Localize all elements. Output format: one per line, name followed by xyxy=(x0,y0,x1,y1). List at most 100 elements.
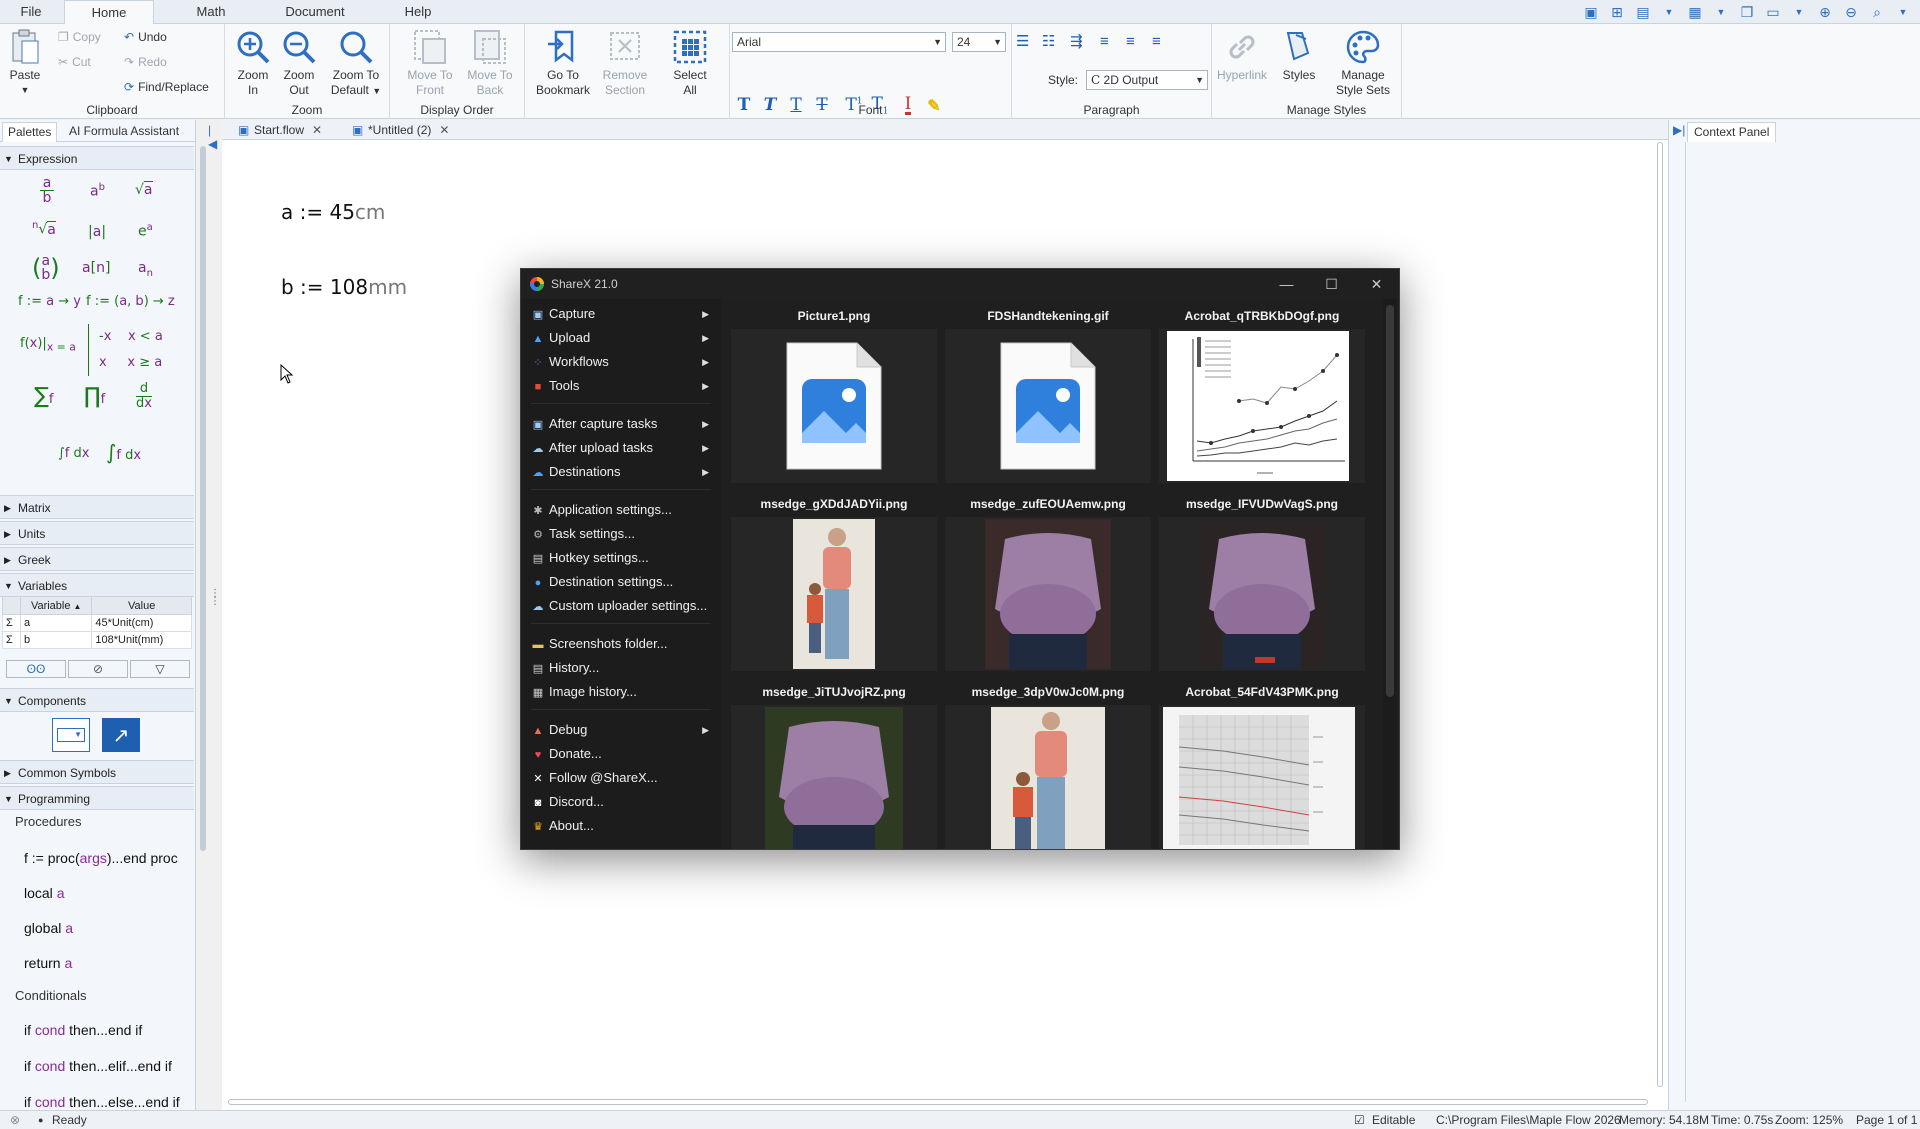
menu-item-task-settings[interactable]: ⚙ Task settings... xyxy=(531,523,717,545)
thumbnail-msedge-zufe[interactable] xyxy=(945,517,1151,671)
new-worksheet-icon[interactable]: ▣ xyxy=(1580,2,1602,22)
palette-definite-integral[interactable]: ∫f dx xyxy=(106,440,141,464)
menu-item-custom-uploader-settings[interactable]: ☁ Custom uploader settings... xyxy=(531,595,717,617)
collapse-panel-icon[interactable]: ▶| xyxy=(1673,123,1685,137)
button-component[interactable]: ↗ xyxy=(102,718,140,752)
menu-item-hotkey-settings[interactable]: ▤ Hotkey settings... xyxy=(531,547,717,569)
menu-tab-help[interactable]: Help xyxy=(392,0,444,24)
zoom-default-icon[interactable]: ⌕ xyxy=(1866,2,1888,22)
menu-item-after-capture-tasks[interactable]: ▣ After capture tasks ▶ xyxy=(531,413,717,435)
palette-exp[interactable]: ea xyxy=(138,222,153,240)
palette-return[interactable]: return a xyxy=(24,955,72,971)
section-common-symbols[interactable]: ▶ Common Symbols xyxy=(0,760,194,784)
paragraph-style-select[interactable]: C 2D Output ▼ xyxy=(1086,70,1208,90)
section-units[interactable]: ▶ Units xyxy=(0,521,194,545)
thumbnail-fdshandtekening[interactable] xyxy=(945,329,1151,483)
section-components[interactable]: ▼ Components xyxy=(0,688,194,712)
align-right-button[interactable]: ≡ xyxy=(1152,32,1161,52)
palette-fraction[interactable]: ab xyxy=(40,176,54,205)
menu-tab-file[interactable]: File xyxy=(10,0,52,24)
palette-subscript[interactable]: an xyxy=(138,260,153,279)
hide-variables-button[interactable]: ⊘ xyxy=(68,660,128,678)
palette-binomial[interactable]: (a b) xyxy=(32,254,60,282)
font-family-select[interactable]: Arial ▼ xyxy=(732,32,946,52)
collapse-panel-icon[interactable]: |◀ xyxy=(208,123,217,151)
thumbnail-msedge-3dpv[interactable] xyxy=(945,705,1151,849)
palette-sum[interactable]: ∑f xyxy=(34,384,53,409)
select-all-button[interactable]: Select All xyxy=(665,26,715,98)
thumbnail-title[interactable]: msedge_3dpV0wJc0M.png xyxy=(943,685,1153,699)
thumbnail-title[interactable]: msedge_zufEOUAemw.png xyxy=(943,497,1153,511)
redo-button[interactable]: ↷ Redo xyxy=(124,52,167,72)
tab-untitled-2[interactable]: ▣ *Untitled (2) ✕ xyxy=(350,120,449,140)
menu-item-destinations[interactable]: ☁ Destinations ▶ xyxy=(531,461,717,483)
thumbnail-title[interactable]: msedge_JiTUJvojRZ.png xyxy=(729,685,939,699)
palette-local[interactable]: local a xyxy=(24,885,64,901)
minimize-button[interactable]: — xyxy=(1264,269,1309,299)
move-to-back-button[interactable]: Move To Back xyxy=(464,26,516,98)
tab-context-panel[interactable]: Context Panel xyxy=(1687,122,1777,142)
math-line-a[interactable]: a := 45cm xyxy=(281,200,385,224)
menu-item-debug[interactable]: ▲ Debug ▶ xyxy=(531,719,717,741)
indent-button[interactable]: ⇶ xyxy=(1070,32,1083,52)
menu-tab-home[interactable]: Home xyxy=(64,0,154,25)
thumbnail-title[interactable]: Acrobat_54FdV43PMK.png xyxy=(1157,685,1367,699)
close-button[interactable]: ✕ xyxy=(1354,269,1399,299)
zoom-in-icon[interactable]: ⊕ xyxy=(1814,2,1836,22)
tab-palettes[interactable]: Palettes xyxy=(2,122,58,142)
table-row[interactable]: Σ b 108*Unit(mm) xyxy=(2,631,192,649)
copy-button[interactable]: ❐ Copy xyxy=(58,27,101,47)
sharex-title-bar[interactable]: ShareX 21.0 — ☐ ✕ xyxy=(521,269,1399,299)
palette-derivative[interactable]: d dx xyxy=(136,382,152,411)
align-left-button[interactable]: ≡ xyxy=(1100,32,1109,52)
menu-item-donate[interactable]: ♥ Donate... xyxy=(531,743,717,765)
palette-if-else[interactable]: if cond then...else...end if xyxy=(24,1094,180,1110)
chevron-down-icon[interactable]: ▼ xyxy=(1658,2,1680,22)
tab-ai-formula-assistant[interactable]: AI Formula Assistant xyxy=(64,122,184,142)
align-center-button[interactable]: ≡ xyxy=(1126,32,1135,52)
variable-column-header[interactable]: Variable ▲ xyxy=(19,596,93,615)
bullet-list-button[interactable]: ☰ xyxy=(1016,32,1029,52)
table-row[interactable]: Σ a 45*Unit(cm) xyxy=(2,614,192,632)
menu-item-follow-sharex[interactable]: ✕ Follow @ShareX... xyxy=(531,767,717,789)
palette-if-elif[interactable]: if cond then...elif...end if xyxy=(24,1058,172,1074)
zoom-out-button[interactable]: Zoom Out xyxy=(273,26,325,98)
hyperlink-button[interactable]: Hyperlink xyxy=(1214,26,1270,83)
section-expression[interactable]: ▼ Expression xyxy=(0,146,194,170)
palette-power[interactable]: ab xyxy=(90,182,105,200)
value-column-header[interactable]: Value xyxy=(91,596,192,615)
tab-start-flow[interactable]: ▣ Start.flow ✕ xyxy=(236,120,322,140)
save-icon[interactable]: ▦ xyxy=(1684,2,1706,22)
menu-tab-math[interactable]: Math xyxy=(180,0,242,24)
left-splitter-handle[interactable]: ⋮ ⋮ xyxy=(210,589,220,630)
menu-item-history[interactable]: ▤ History... xyxy=(531,657,717,679)
numbered-list-button[interactable]: ☷ xyxy=(1042,32,1055,52)
open-file-icon[interactable]: ▤ xyxy=(1632,2,1654,22)
menu-item-destination-settings[interactable]: ● Destination settings... xyxy=(531,571,717,593)
palette-product[interactable]: ∏f xyxy=(84,384,105,409)
chevron-down-icon[interactable]: ▼ xyxy=(1710,2,1732,22)
filter-variables-button[interactable]: ▽ xyxy=(130,660,190,678)
show-variables-button[interactable]: ʘʘ xyxy=(6,660,66,678)
zoom-in-button[interactable]: Zoom In xyxy=(227,26,279,98)
palette-nth-root[interactable]: n√a xyxy=(32,220,56,238)
palette-piecewise[interactable]: -x x < ax x ≥ a xyxy=(88,324,163,376)
maximize-button[interactable]: ☐ xyxy=(1309,269,1354,299)
menu-item-workflows[interactable]: ⁘ Workflows ▶ xyxy=(531,351,717,373)
copy-icon[interactable]: ❐ xyxy=(1736,2,1758,22)
section-matrix[interactable]: ▶ Matrix xyxy=(0,495,194,519)
chevron-down-icon[interactable]: ▼ xyxy=(1788,2,1810,22)
palette-indefinite-integral[interactable]: ∫f dx xyxy=(58,446,89,461)
palette-function-arrow[interactable]: f := a → y xyxy=(18,294,81,309)
remove-section-button[interactable]: Remove Section xyxy=(597,26,653,98)
menu-item-capture[interactable]: ▣ Capture ▶ xyxy=(531,303,717,325)
zoom-to-default-button[interactable]: Zoom To Default ▼ xyxy=(325,26,387,99)
palette-if-then[interactable]: if cond then...end if xyxy=(24,1022,142,1038)
thumbnail-picture1[interactable] xyxy=(731,329,937,483)
move-to-front-button[interactable]: Move To Front xyxy=(404,26,456,98)
math-line-b[interactable]: b := 108mm xyxy=(281,275,407,299)
menu-item-about[interactable]: ♛ About... xyxy=(531,815,717,837)
paste-button[interactable]: Paste ▼ xyxy=(0,26,50,98)
cut-button[interactable]: ✂ Cut xyxy=(58,52,91,72)
thumbnail-title[interactable]: Picture1.png xyxy=(729,309,939,323)
